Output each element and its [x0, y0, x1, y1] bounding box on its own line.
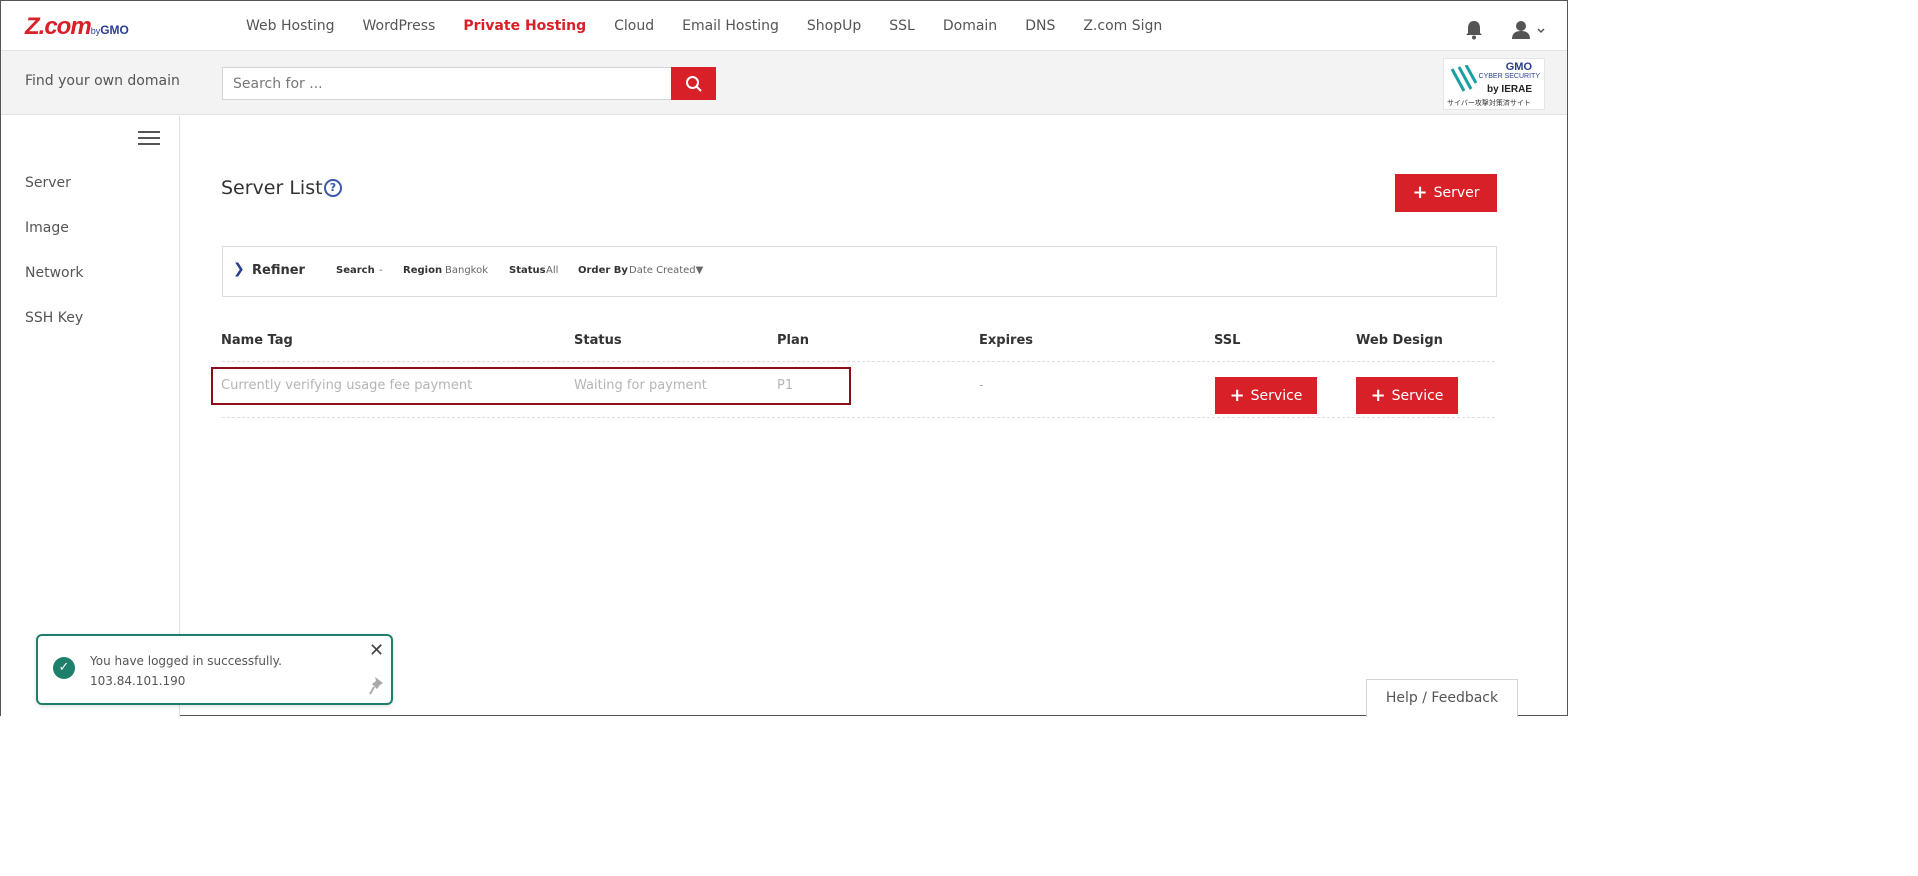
cell-expires: - [979, 378, 984, 393]
close-icon[interactable]: ✕ [369, 640, 384, 661]
badge-line2: CYBER SECURITY [1478, 73, 1540, 80]
plus-icon: + [1412, 182, 1428, 203]
domain-search-band: Find your own domain [1, 51, 1567, 115]
domain-search-label: Find your own domain [25, 73, 180, 89]
nav-zcom-sign[interactable]: Z.com Sign [1069, 1, 1176, 51]
toast-ip: 103.84.101.190 [90, 674, 186, 688]
domain-search-button[interactable] [671, 67, 716, 100]
user-icon[interactable] [1510, 19, 1550, 41]
sidebar-item-server[interactable]: Server [25, 175, 71, 191]
sidebar-item-ssh-key[interactable]: SSH Key [25, 310, 83, 326]
check-circle-icon: ✓ [53, 657, 75, 679]
logo-gmo: GMO [100, 23, 129, 37]
hamburger-menu-icon[interactable] [138, 131, 160, 147]
nav-email-hosting[interactable]: Email Hosting [668, 1, 793, 51]
add-server-button[interactable]: + Server [1395, 174, 1497, 212]
nav-shopup[interactable]: ShopUp [793, 1, 875, 51]
table-divider [222, 417, 1495, 418]
ssl-service-label: Service [1250, 387, 1303, 404]
sidebar: Server Image Network SSH Key [1, 116, 180, 717]
nav-private-hosting[interactable]: Private Hosting [449, 1, 600, 51]
login-success-toast: ✓ You have logged in successfully. 103.8… [36, 634, 393, 705]
row-highlight-box [211, 367, 851, 405]
column-header-ssl: SSL [1214, 333, 1241, 348]
security-badge[interactable]: GMO CYBER SECURITY by IERAE サイバー攻撃対策済サイト [1443, 58, 1545, 110]
nav-cloud[interactable]: Cloud [600, 1, 668, 51]
refiner-panel: ❯ Refiner Search - Region Bangkok Status… [222, 246, 1497, 297]
table-divider [222, 361, 1495, 362]
column-header-web-design: Web Design [1356, 333, 1443, 348]
help-icon[interactable]: ? [324, 179, 342, 197]
badge-line4: サイバー攻撃対策済サイト [1447, 99, 1531, 107]
domain-search-input[interactable] [222, 67, 672, 100]
toast-message: You have logged in successfully. [90, 654, 282, 668]
nav-dns[interactable]: DNS [1011, 1, 1069, 51]
refiner-region-label: Region [403, 265, 443, 276]
sidebar-item-image[interactable]: Image [25, 220, 69, 236]
help-feedback-button[interactable]: Help / Feedback [1366, 679, 1518, 717]
badge-line3: by IERAE [1486, 84, 1532, 95]
ssl-service-button[interactable]: + Service [1215, 377, 1317, 414]
nav-wordpress[interactable]: WordPress [349, 1, 450, 51]
logo-text: Z.com [25, 13, 92, 40]
refiner-status-value: All [546, 265, 559, 276]
main-menu: Web Hosting WordPress Private Hosting Cl… [232, 1, 1176, 51]
nav-ssl[interactable]: SSL [875, 1, 929, 51]
plus-icon: + [1229, 384, 1245, 406]
plus-icon: + [1370, 384, 1386, 406]
zcom-logo[interactable]: Z.combyGMO [25, 15, 129, 39]
badge-line1: GMO [1505, 61, 1532, 73]
refiner-region-value: Bangkok [445, 265, 489, 276]
column-header-plan: Plan [777, 333, 810, 348]
column-header-name-tag: Name Tag [221, 333, 293, 348]
top-nav: Z.combyGMO Web Hosting WordPress Private… [1, 1, 1567, 51]
nav-web-hosting[interactable]: Web Hosting [232, 1, 349, 51]
chevron-right-icon[interactable]: ❯ [233, 261, 245, 277]
refiner-status-label: Status [509, 265, 546, 276]
shield-stripes-icon [1450, 65, 1478, 92]
pin-icon[interactable] [369, 676, 385, 696]
column-header-status: Status [574, 333, 622, 348]
page-title: Server List [221, 177, 323, 199]
web-design-service-button[interactable]: + Service [1356, 377, 1458, 414]
refiner-order-value: Date Created▼ [629, 265, 704, 276]
refiner-title[interactable]: Refiner [252, 263, 305, 278]
refiner-order-label: Order By [578, 265, 628, 276]
search-icon [685, 75, 702, 92]
web-design-service-label: Service [1391, 387, 1444, 404]
refiner-search-label: Search [336, 265, 375, 276]
add-server-label: Server [1433, 185, 1480, 201]
refiner-search-value: - [379, 265, 383, 276]
nav-domain[interactable]: Domain [929, 1, 1011, 51]
bell-icon[interactable] [1463, 19, 1485, 41]
column-header-expires: Expires [979, 333, 1033, 348]
logo-by: by [90, 26, 101, 36]
sidebar-item-network[interactable]: Network [25, 265, 83, 281]
